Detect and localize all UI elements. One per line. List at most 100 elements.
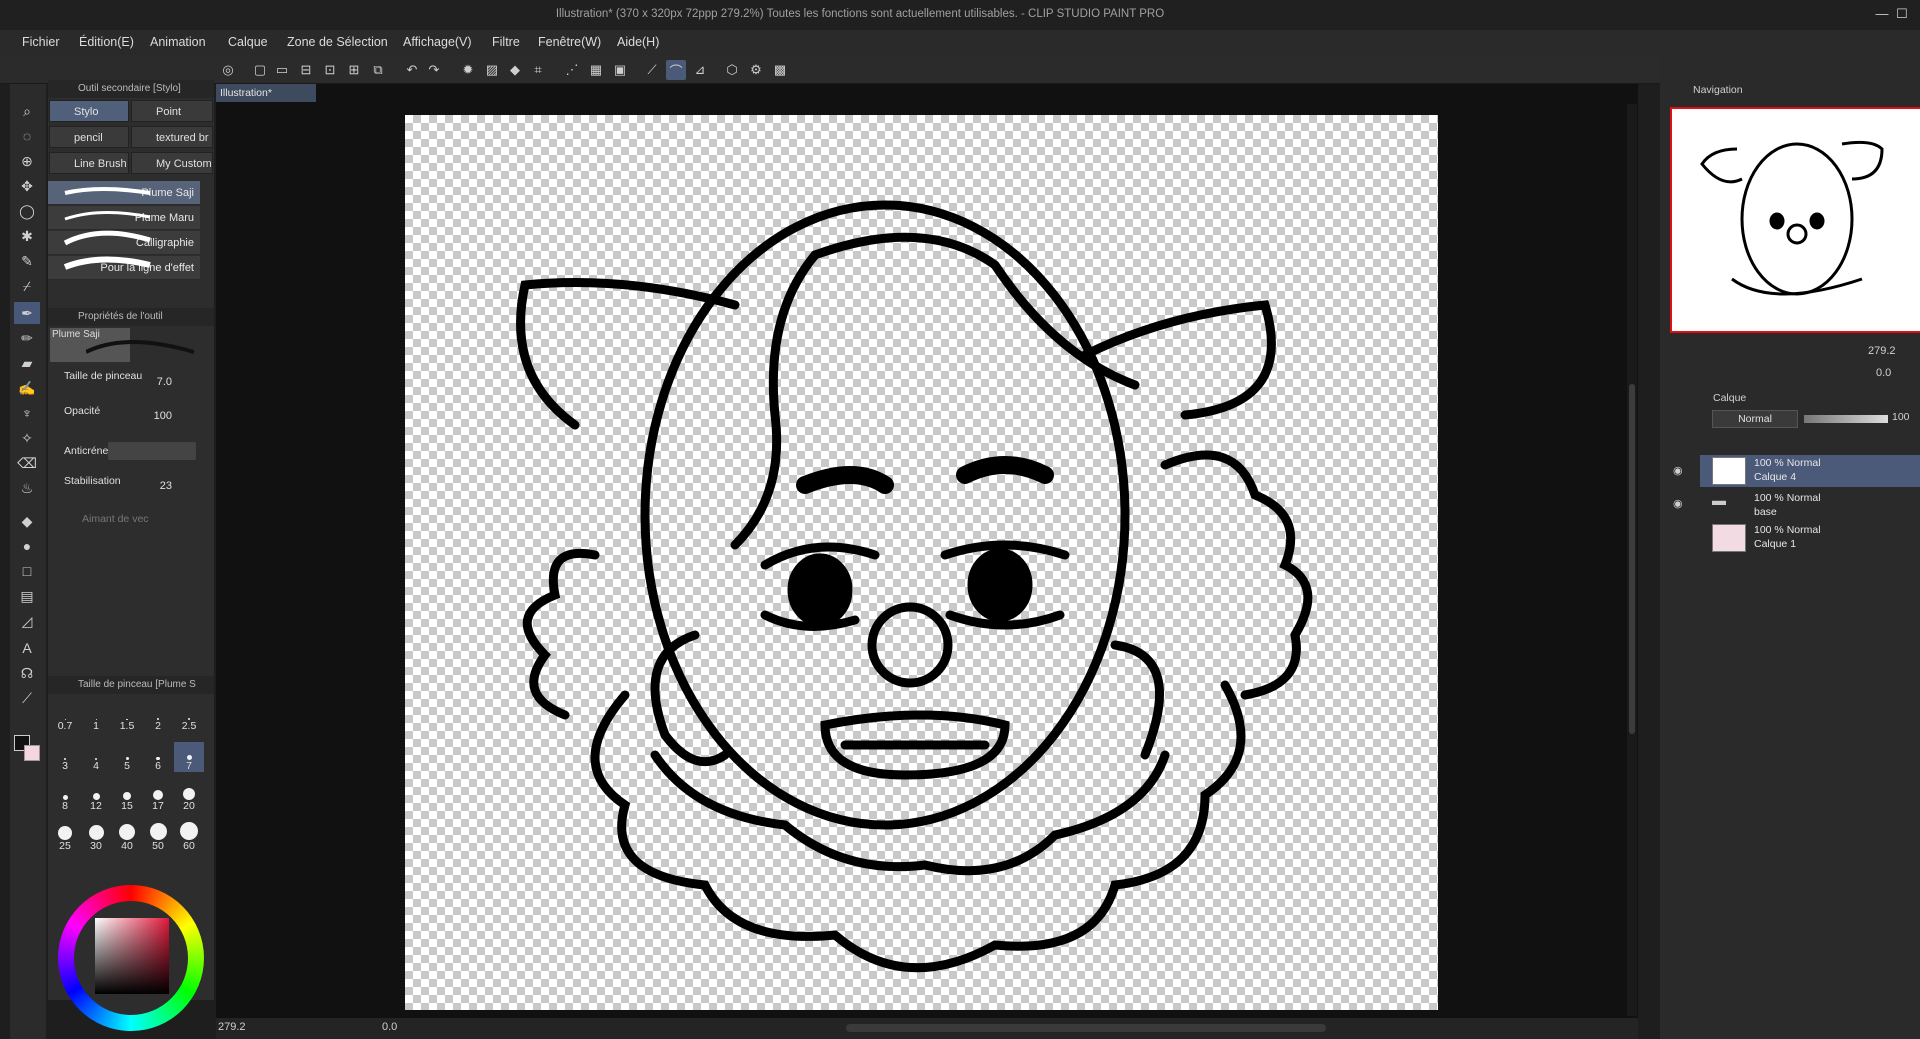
- pencil-tool-icon[interactable]: ✏: [14, 327, 40, 349]
- pen-tool-icon[interactable]: ✒: [14, 302, 40, 324]
- transparency-icon[interactable]: ▩: [770, 60, 790, 80]
- eye-icon[interactable]: ◉: [1673, 464, 1683, 477]
- document-tab[interactable]: Illustration*: [216, 84, 316, 102]
- save-icon[interactable]: ⊟: [296, 60, 316, 80]
- transform-icon[interactable]: ⌗: [528, 60, 548, 80]
- 3d-icon[interactable]: ⬡: [722, 60, 742, 80]
- menu-fichier[interactable]: Fichier: [22, 35, 60, 49]
- text-tool-icon[interactable]: A: [14, 637, 40, 659]
- undo-icon[interactable]: ↶: [402, 60, 422, 80]
- menu-affichage[interactable]: Affichage(V): [403, 35, 472, 49]
- navigator-zoom[interactable]: 279.2: [1868, 345, 1896, 357]
- curve-icon[interactable]: ⌒: [666, 60, 686, 80]
- menu-edition[interactable]: Édition(E): [79, 35, 134, 49]
- blend-mode-select[interactable]: Normal: [1712, 410, 1798, 428]
- stabilization-value[interactable]: 23: [142, 480, 172, 492]
- brush-size-option[interactable]: 1: [81, 702, 111, 732]
- object-select-icon[interactable]: ◌: [14, 125, 40, 147]
- navigator-title[interactable]: Navigation: [1693, 84, 1743, 96]
- pipette-icon[interactable]: ⌿: [14, 275, 40, 297]
- menu-calque[interactable]: Calque: [228, 35, 268, 49]
- brush-size-option[interactable]: 15: [112, 782, 142, 812]
- menu-aide[interactable]: Aide(H): [617, 35, 659, 49]
- snap-special-icon[interactable]: ▣: [610, 60, 630, 80]
- snap-grid-icon[interactable]: ▦: [586, 60, 606, 80]
- snap-ruler-icon[interactable]: ⋰: [562, 60, 582, 80]
- layer-row[interactable]: 100 % Normal Calque 4: [1700, 455, 1920, 487]
- eye-icon[interactable]: ◉: [1673, 497, 1683, 510]
- move-icon[interactable]: ✥: [14, 175, 40, 197]
- layer-row[interactable]: ▬ 100 % Normal base: [1700, 490, 1920, 522]
- layer-move-icon[interactable]: ⊕: [14, 150, 40, 172]
- deselect-icon[interactable]: ✹: [458, 60, 478, 80]
- menu-filtre[interactable]: Filtre: [492, 35, 520, 49]
- sub-color-swatch[interactable]: [24, 745, 40, 761]
- ruler-pen-icon[interactable]: ⟋: [642, 60, 662, 80]
- brush-size-option[interactable]: 7: [174, 742, 204, 772]
- blend-icon[interactable]: ♨: [14, 477, 40, 499]
- magic-wand-icon[interactable]: ✱: [14, 225, 40, 247]
- brush-size-option[interactable]: 30: [81, 822, 111, 852]
- invert-selection-icon[interactable]: ▨: [482, 60, 502, 80]
- color-square[interactable]: [95, 918, 169, 994]
- figure-icon[interactable]: □: [14, 560, 40, 582]
- settings-icon[interactable]: ⚙: [746, 60, 766, 80]
- balloon-icon[interactable]: ☊: [14, 662, 40, 684]
- size-value[interactable]: 7.0: [142, 376, 172, 388]
- fill-icon[interactable]: ◆: [505, 60, 525, 80]
- zoom-tool-icon[interactable]: ⌕: [14, 100, 40, 122]
- brush-size-option[interactable]: 2: [143, 702, 173, 732]
- zoom-value[interactable]: 279.2: [218, 1021, 246, 1033]
- brush-size-option[interactable]: 0.7: [50, 702, 80, 732]
- brush-size-option[interactable]: 40: [112, 822, 142, 852]
- redo-icon[interactable]: ↷: [424, 60, 444, 80]
- brush-size-option[interactable]: 8: [50, 782, 80, 812]
- eraser-icon[interactable]: ⌫: [14, 452, 40, 474]
- maximize-button[interactable]: ☐: [1894, 6, 1910, 22]
- layer-panel-title[interactable]: Calque: [1713, 392, 1746, 404]
- subtab-pencil[interactable]: pencil: [49, 126, 129, 148]
- lasso-icon[interactable]: ◯: [14, 200, 40, 222]
- new-file-icon[interactable]: ▢: [250, 60, 270, 80]
- rotation-value[interactable]: 0.0: [382, 1021, 397, 1033]
- menu-fenetre[interactable]: Fenêtre(W): [538, 35, 601, 49]
- layer-opacity-value[interactable]: 100: [1892, 411, 1910, 423]
- navigator-preview[interactable]: [1670, 107, 1920, 333]
- subtab-my-custom[interactable]: My Custom: [131, 152, 213, 174]
- gradient-icon[interactable]: ●: [14, 535, 40, 557]
- fill-tool-icon[interactable]: ◆: [14, 510, 40, 532]
- frame-icon[interactable]: ▤: [14, 585, 40, 607]
- horizontal-scrollbar[interactable]: [846, 1024, 1326, 1032]
- brush-size-option[interactable]: 17: [143, 782, 173, 812]
- menu-zone-selection[interactable]: Zone de Sélection: [287, 35, 388, 49]
- brush-size-option[interactable]: 20: [174, 782, 204, 812]
- export-alt-icon[interactable]: ⊞: [344, 60, 364, 80]
- brush-size-option[interactable]: 5: [112, 742, 142, 772]
- line-correction-icon[interactable]: ⟋: [14, 687, 40, 709]
- brush-size-option[interactable]: 1.5: [112, 702, 142, 732]
- decoration-icon[interactable]: ✧: [14, 427, 40, 449]
- brush-size-option[interactable]: 50: [143, 822, 173, 852]
- subtab-textured[interactable]: textured br: [131, 126, 213, 148]
- brush-size-option[interactable]: 4: [81, 742, 111, 772]
- brush-size-option[interactable]: 2.5: [174, 702, 204, 732]
- perspective-icon[interactable]: ⊿: [690, 60, 710, 80]
- antialias-selector[interactable]: [108, 442, 196, 460]
- airbrush-icon[interactable]: ♆: [14, 402, 40, 424]
- layer-row[interactable]: 100 % Normal Calque 1: [1700, 522, 1920, 554]
- subtab-stylo[interactable]: Stylo: [49, 100, 129, 122]
- brush-size-option[interactable]: 6: [143, 742, 173, 772]
- brush-size-option[interactable]: 3: [50, 742, 80, 772]
- brush-tool-icon[interactable]: ▰: [14, 352, 40, 374]
- brush-size-option[interactable]: 60: [174, 822, 204, 852]
- open-file-icon[interactable]: ▭: [272, 60, 292, 80]
- ruler-icon[interactable]: ◿: [14, 610, 40, 632]
- batch-icon[interactable]: ⧉: [368, 60, 388, 80]
- opacity-value[interactable]: 100: [142, 410, 172, 422]
- layer-opacity-slider[interactable]: [1804, 415, 1888, 423]
- minimize-button[interactable]: —: [1874, 6, 1890, 22]
- navigator-rotation[interactable]: 0.0: [1876, 367, 1891, 379]
- canvas[interactable]: [405, 115, 1438, 1010]
- paint-tool-icon[interactable]: ✍: [14, 377, 40, 399]
- subtab-line-brush[interactable]: Line Brush: [49, 152, 129, 174]
